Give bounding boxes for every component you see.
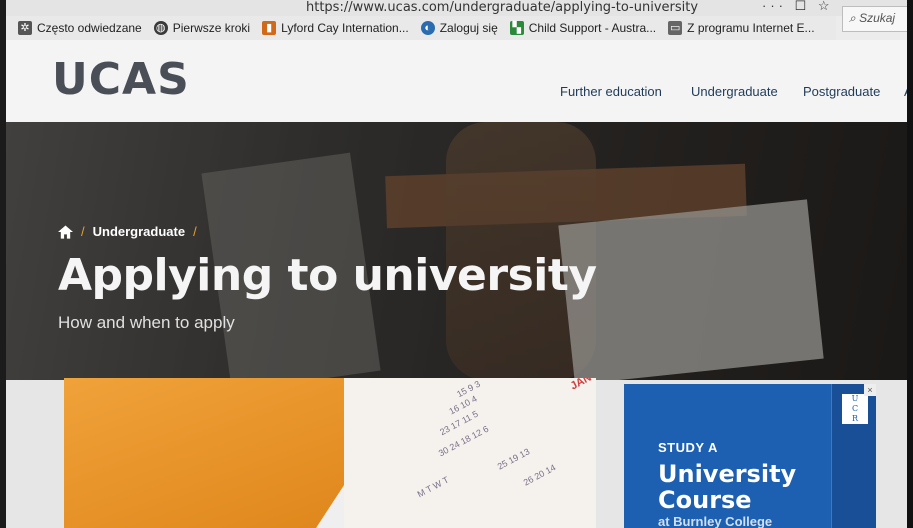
calendar-month: JAN: [568, 378, 594, 393]
page-title: Applying to university: [58, 250, 597, 301]
bookmark-icon: ▮: [262, 21, 277, 35]
ad-headline-small: STUDY A: [658, 440, 718, 455]
calendar-day: M T W T: [415, 474, 451, 500]
site-header: UCAS Further education Undergraduate Pos…: [6, 40, 913, 123]
bookmark-lyford[interactable]: ▮ Lyford Cay Internation...: [262, 21, 409, 35]
close-icon[interactable]: ×: [864, 384, 876, 396]
bookmark-label: Child Support - Austra...: [528, 21, 657, 35]
gear-icon: ✲: [18, 21, 32, 35]
breadcrumb-separator: /: [193, 224, 197, 239]
bookmark-label: Z programu Internet E...: [687, 21, 815, 35]
bookmark-child-support[interactable]: ▚ Child Support - Austra...: [509, 21, 657, 35]
ad-headline-university: University: [658, 460, 797, 488]
bookmark-label: Zaloguj się: [439, 21, 498, 35]
swirl-icon: ◐: [420, 21, 435, 35]
calendar-illustration: JAN 15 9 3 16 10 4 23 17 11 5 30 24 18 1…: [344, 378, 596, 528]
page-subtitle: How and when to apply: [58, 313, 235, 332]
crest-icon: UCR: [842, 394, 868, 424]
url-text[interactable]: https://www.ucas.com/undergraduate/apply…: [306, 0, 698, 15]
ucas-logo[interactable]: UCAS: [52, 54, 190, 105]
breadcrumb: / Undergraduate /: [58, 224, 197, 239]
breadcrumb-separator: /: [81, 224, 85, 239]
hero-banner: / Undergraduate / Applying to university…: [6, 122, 913, 380]
search-input[interactable]: ⌕ Szukaj: [842, 6, 913, 32]
breadcrumb-undergraduate[interactable]: Undergraduate: [93, 224, 185, 239]
address-bar[interactable]: https://www.ucas.com/undergraduate/apply…: [6, 0, 913, 16]
flag-icon: ▚: [509, 21, 524, 35]
nav-postgraduate[interactable]: Postgraduate: [803, 84, 880, 99]
browser-window: https://www.ucas.com/undergraduate/apply…: [6, 0, 913, 528]
promo-image-calendar[interactable]: JAN 15 9 3 16 10 4 23 17 11 5 30 24 18 1…: [64, 378, 596, 528]
folder-icon: ▭: [668, 21, 683, 35]
nav-further-education[interactable]: Further education: [560, 84, 662, 99]
search-placeholder: Szukaj: [859, 11, 896, 25]
monitor-bezel: [907, 0, 913, 528]
bookmark-frequent[interactable]: ✲ Często odwiedzane: [18, 21, 142, 35]
bookmarks-bar: ✲ Często odwiedzane ◍ Pierwsze kroki ▮ L…: [6, 16, 836, 40]
calendar-day: 25 19 13: [495, 446, 532, 472]
bookmark-first-steps[interactable]: ◍ Pierwsze kroki: [153, 21, 251, 35]
home-icon[interactable]: [58, 224, 73, 239]
bookmark-label: Pierwsze kroki: [172, 21, 251, 35]
page-actions[interactable]: ··· ☐ ☆: [762, 0, 834, 14]
bookmark-ie-folder[interactable]: ▭ Z programu Internet E...: [668, 21, 815, 35]
calendar-day: 26 20 14: [521, 462, 558, 488]
bookmark-login[interactable]: ◐ Zaloguj się: [420, 21, 498, 35]
globe-icon: ◍: [153, 21, 168, 35]
ad-college-name: at Burnley College: [658, 514, 773, 528]
bookmark-label: Często odwiedzane: [37, 21, 142, 35]
nav-undergraduate[interactable]: Undergraduate: [691, 84, 778, 99]
ad-headline-course: Course: [658, 486, 752, 514]
bookmark-label: Lyford Cay Internation...: [281, 21, 409, 35]
search-icon: ⌕: [849, 11, 856, 25]
burnley-college-ad[interactable]: UCR × STUDY A University Course at Burnl…: [624, 384, 876, 528]
